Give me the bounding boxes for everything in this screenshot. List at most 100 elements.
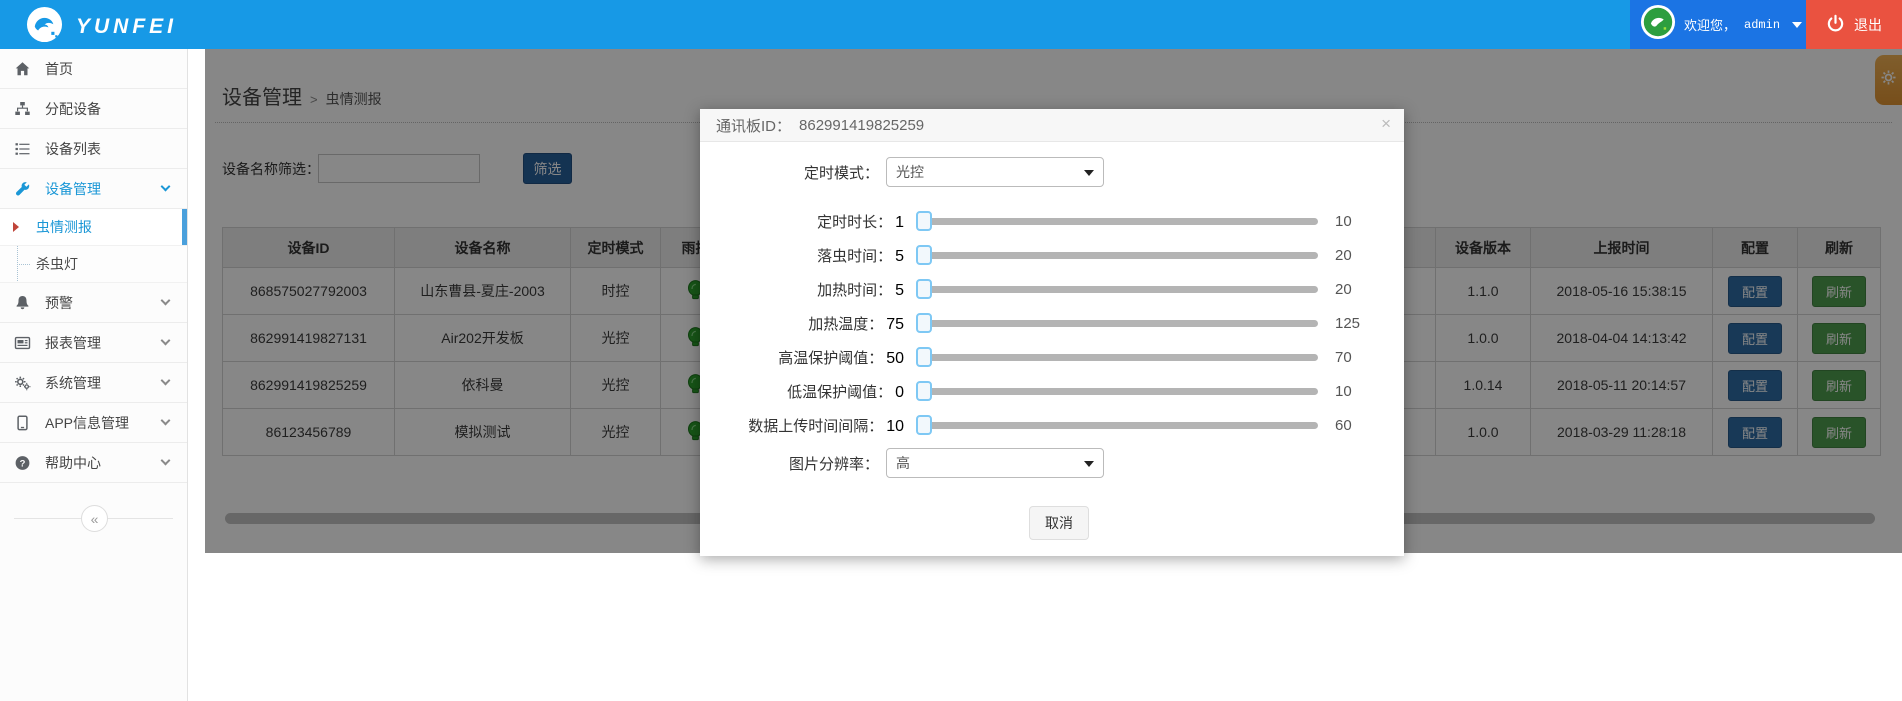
slider-current-value: 1 — [895, 214, 904, 231]
slider-thumb[interactable] — [916, 381, 932, 401]
slider-track[interactable] — [918, 218, 1318, 225]
sidebar-item-6[interactable]: 预警 — [0, 283, 187, 323]
user-menu[interactable]: 欢迎您， admin — [1630, 0, 1806, 49]
sidebar-item-label: 分配设备 — [45, 99, 101, 119]
slider-track[interactable] — [918, 354, 1318, 361]
slider-track[interactable] — [918, 252, 1318, 259]
slider-rows: 定时时长：110落虫时间：520加热时间：520加热温度：75125高温保护阈值… — [714, 204, 1404, 442]
sidebar-item-label: 首页 — [45, 59, 73, 79]
sidebar-item-label: 帮助中心 — [45, 453, 101, 473]
close-icon[interactable]: × — [1381, 114, 1391, 134]
gears-icon — [14, 375, 32, 391]
slider-track[interactable] — [918, 388, 1318, 395]
slider-row-3: 加热温度：75125 — [714, 306, 1404, 340]
sidebar-item-label: 报表管理 — [45, 333, 101, 353]
slider-track[interactable] — [918, 286, 1318, 293]
sidebar-item-9[interactable]: APP信息管理 — [0, 403, 187, 443]
slider-row-2: 加热时间：520 — [714, 272, 1404, 306]
sidebar-item-8[interactable]: 系统管理 — [0, 363, 187, 403]
sidebar-item-label: APP信息管理 — [45, 413, 129, 433]
slider-thumb[interactable] — [916, 415, 932, 435]
slider-row-0: 定时时长：1 10 — [714, 204, 1404, 238]
slider-max-value: 10 — [1335, 213, 1381, 230]
slider-row-6: 数据上传时间间隔：10 60 — [714, 408, 1404, 442]
chevron-down-icon — [1792, 22, 1802, 28]
sidebar-subitem-label: 杀虫灯 — [36, 254, 78, 274]
slider-thumb[interactable] — [916, 245, 932, 265]
slider-track[interactable] — [918, 422, 1318, 429]
sidebar-item-1[interactable]: 分配设备 — [0, 89, 187, 129]
sidebar-nav: 首页分配设备设备列表设备管理虫情测报杀虫灯预警报表管理系统管理 APP信息管理? 帮… — [0, 49, 187, 483]
slider-max-value: 60 — [1335, 417, 1381, 434]
question-icon: ? — [14, 455, 32, 471]
svg-text:?: ? — [20, 458, 26, 469]
slider-label: 落虫时间：5 — [714, 245, 904, 266]
slider-label: 低温保护阈值：0 — [714, 381, 904, 402]
sidebar-subitem-label: 虫情测报 — [36, 217, 92, 237]
slider-current-value: 75 — [886, 316, 904, 333]
cancel-button[interactable]: 取消 — [1029, 506, 1089, 540]
modal-title-value: 862991419825259 — [799, 117, 924, 134]
bell-icon — [14, 295, 32, 311]
slider-row-5: 低温保护阈值：0 10 — [714, 374, 1404, 408]
sidebar-item-10[interactable]: ? 帮助中心 — [0, 443, 187, 483]
slider-thumb[interactable] — [916, 279, 932, 299]
avatar — [1640, 4, 1676, 45]
slider-current-value: 5 — [895, 282, 904, 299]
chevron-down-icon — [161, 376, 171, 386]
chevron-down-icon — [161, 182, 171, 192]
slider-thumb[interactable] — [916, 347, 932, 367]
sidebar: 首页分配设备设备列表设备管理虫情测报杀虫灯预警报表管理系统管理 APP信息管理? 帮… — [0, 49, 188, 701]
username: admin — [1744, 18, 1780, 32]
sidebar-item-label: 设备列表 — [45, 139, 101, 159]
timer-mode-value: 光控 — [896, 162, 924, 182]
topbar: YUNFEI 欢迎您， admin 退出 — [0, 0, 1902, 49]
modal-header: 通讯板ID： 862991419825259 × — [700, 109, 1404, 142]
collapse-sidebar-button[interactable]: « — [81, 505, 108, 532]
slider-thumb[interactable] — [916, 313, 932, 333]
slider-current-value: 0 — [895, 384, 904, 401]
slider-current-value: 10 — [886, 418, 904, 435]
timer-mode-select[interactable]: 光控 — [886, 157, 1104, 187]
sidebar-item-0[interactable]: 首页 — [0, 49, 187, 89]
sidebar-subitem-5[interactable]: 杀虫灯 — [0, 246, 187, 283]
timer-mode-row: 定时模式： 光控 — [714, 157, 1404, 187]
sidebar-item-label: 预警 — [45, 293, 73, 313]
chevron-down-icon — [161, 416, 171, 426]
sidebar-item-3[interactable]: 设备管理 — [0, 169, 187, 209]
brand-name: YUNFEI — [76, 15, 177, 39]
slider-max-value: 70 — [1335, 349, 1381, 366]
sidebar-item-7[interactable]: 报表管理 — [0, 323, 187, 363]
slider-label-text: 加热时间： — [817, 282, 892, 299]
slider-max-value: 10 — [1335, 383, 1381, 400]
power-icon — [1826, 14, 1845, 36]
slider-track[interactable] — [918, 320, 1318, 327]
chevron-down-icon — [161, 456, 171, 466]
wrench-icon — [14, 181, 32, 197]
resolution-label: 图片分辨率： — [714, 453, 879, 474]
slider-row-1: 落虫时间：5 20 — [714, 238, 1404, 272]
slider-label: 加热时间：5 — [714, 279, 904, 300]
slider-thumb[interactable] — [916, 211, 932, 231]
brand: YUNFEI — [26, 6, 177, 48]
slider-label: 高温保护阈值：50 — [714, 347, 904, 368]
sidebar-subitem-4[interactable]: 虫情测报 — [0, 209, 187, 246]
logout-label: 退出 — [1854, 15, 1882, 35]
sitemap-icon — [14, 101, 32, 117]
welcome-text: 欢迎您， — [1684, 15, 1736, 34]
slider-label: 定时时长：1 — [714, 211, 904, 232]
resolution-row: 图片分辨率： 高 — [714, 448, 1404, 478]
device-config-modal: 通讯板ID： 862991419825259 × 定时模式： 光控 定时时长：1… — [700, 109, 1404, 556]
chevron-down-icon — [161, 336, 171, 346]
slider-label-text: 数据上传时间间隔： — [748, 418, 883, 435]
slider-row-4: 高温保护阈值：50 70 — [714, 340, 1404, 374]
sidebar-item-2[interactable]: 设备列表 — [0, 129, 187, 169]
sidebar-item-label: 设备管理 — [45, 179, 101, 199]
slider-max-value: 20 — [1335, 247, 1381, 264]
slider-label-text: 低温保护阈值： — [787, 384, 892, 401]
resolution-select[interactable]: 高 — [886, 448, 1104, 478]
active-caret-icon — [13, 222, 19, 232]
slider-current-value: 5 — [895, 248, 904, 265]
logout-button[interactable]: 退出 — [1806, 0, 1902, 49]
sidebar-item-label: 系统管理 — [45, 373, 101, 393]
